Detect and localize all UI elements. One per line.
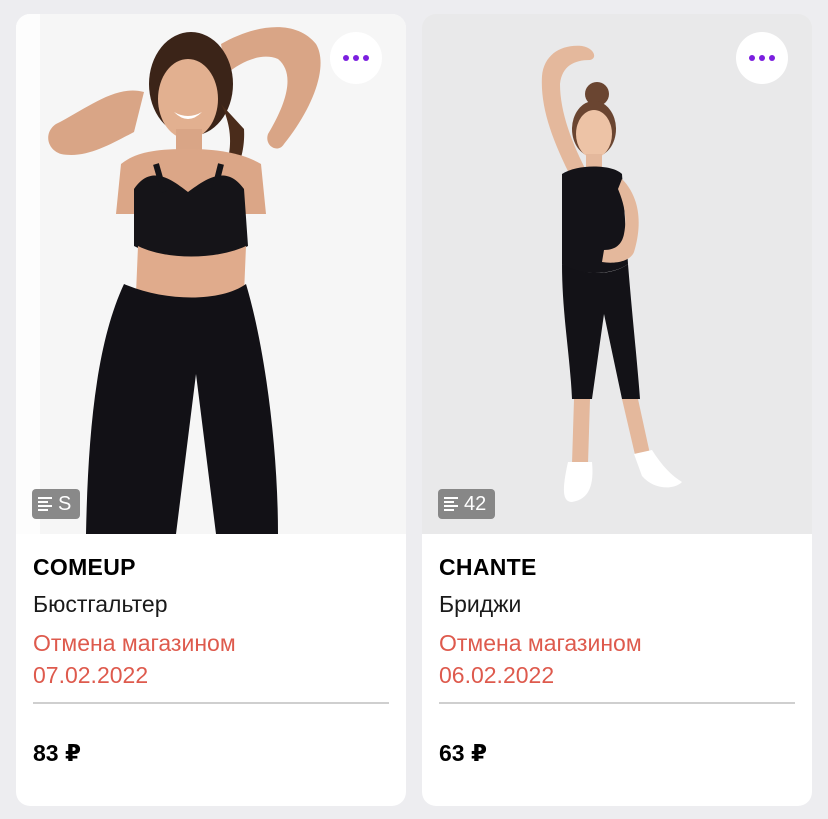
- product-name: Бюстгальтер: [33, 591, 168, 617]
- brand-name: COMEUP: [33, 554, 136, 580]
- product-price: 83 ₽: [33, 740, 81, 766]
- status-date: 06.02.2022: [439, 662, 555, 688]
- brand-name: CHANTE: [439, 554, 537, 580]
- model-photo: [422, 14, 812, 534]
- product-price: 63 ₽: [439, 740, 487, 766]
- size-value: 42: [464, 492, 487, 515]
- dot: [749, 55, 755, 61]
- product-info: COMEUP Бюстгальтер Отмена магазином 07.0…: [33, 554, 389, 691]
- size-value: S: [58, 492, 72, 515]
- dot: [759, 55, 765, 61]
- status-date: 07.02.2022: [33, 662, 149, 688]
- more-dots-icon[interactable]: [330, 32, 382, 84]
- dot: [343, 55, 349, 61]
- divider: [439, 702, 795, 704]
- order-status: Отмена магазином 06.02.2022: [439, 627, 795, 691]
- product-card[interactable]: 42 CHANTE Бриджи Отмена магазином 06.02.…: [422, 14, 812, 806]
- status-text: Отмена магазином: [33, 630, 236, 656]
- size-lines-icon: [38, 496, 52, 512]
- product-card[interactable]: S COMEUP Бюстгальтер Отмена магазином 07…: [16, 14, 406, 806]
- model-photo: [16, 14, 406, 534]
- order-status: Отмена магазином 07.02.2022: [33, 627, 389, 691]
- dot: [363, 55, 369, 61]
- product-info: CHANTE Бриджи Отмена магазином 06.02.202…: [439, 554, 795, 691]
- status-text: Отмена магазином: [439, 630, 642, 656]
- size-badge: S: [32, 489, 81, 519]
- product-name: Бриджи: [439, 591, 522, 617]
- size-lines-icon: [444, 496, 458, 512]
- more-dots-icon[interactable]: [736, 32, 788, 84]
- product-image[interactable]: S: [16, 14, 406, 534]
- size-badge: 42: [438, 489, 496, 519]
- dot: [769, 55, 775, 61]
- dot: [353, 55, 359, 61]
- divider: [33, 702, 389, 704]
- product-image[interactable]: 42: [422, 14, 812, 534]
